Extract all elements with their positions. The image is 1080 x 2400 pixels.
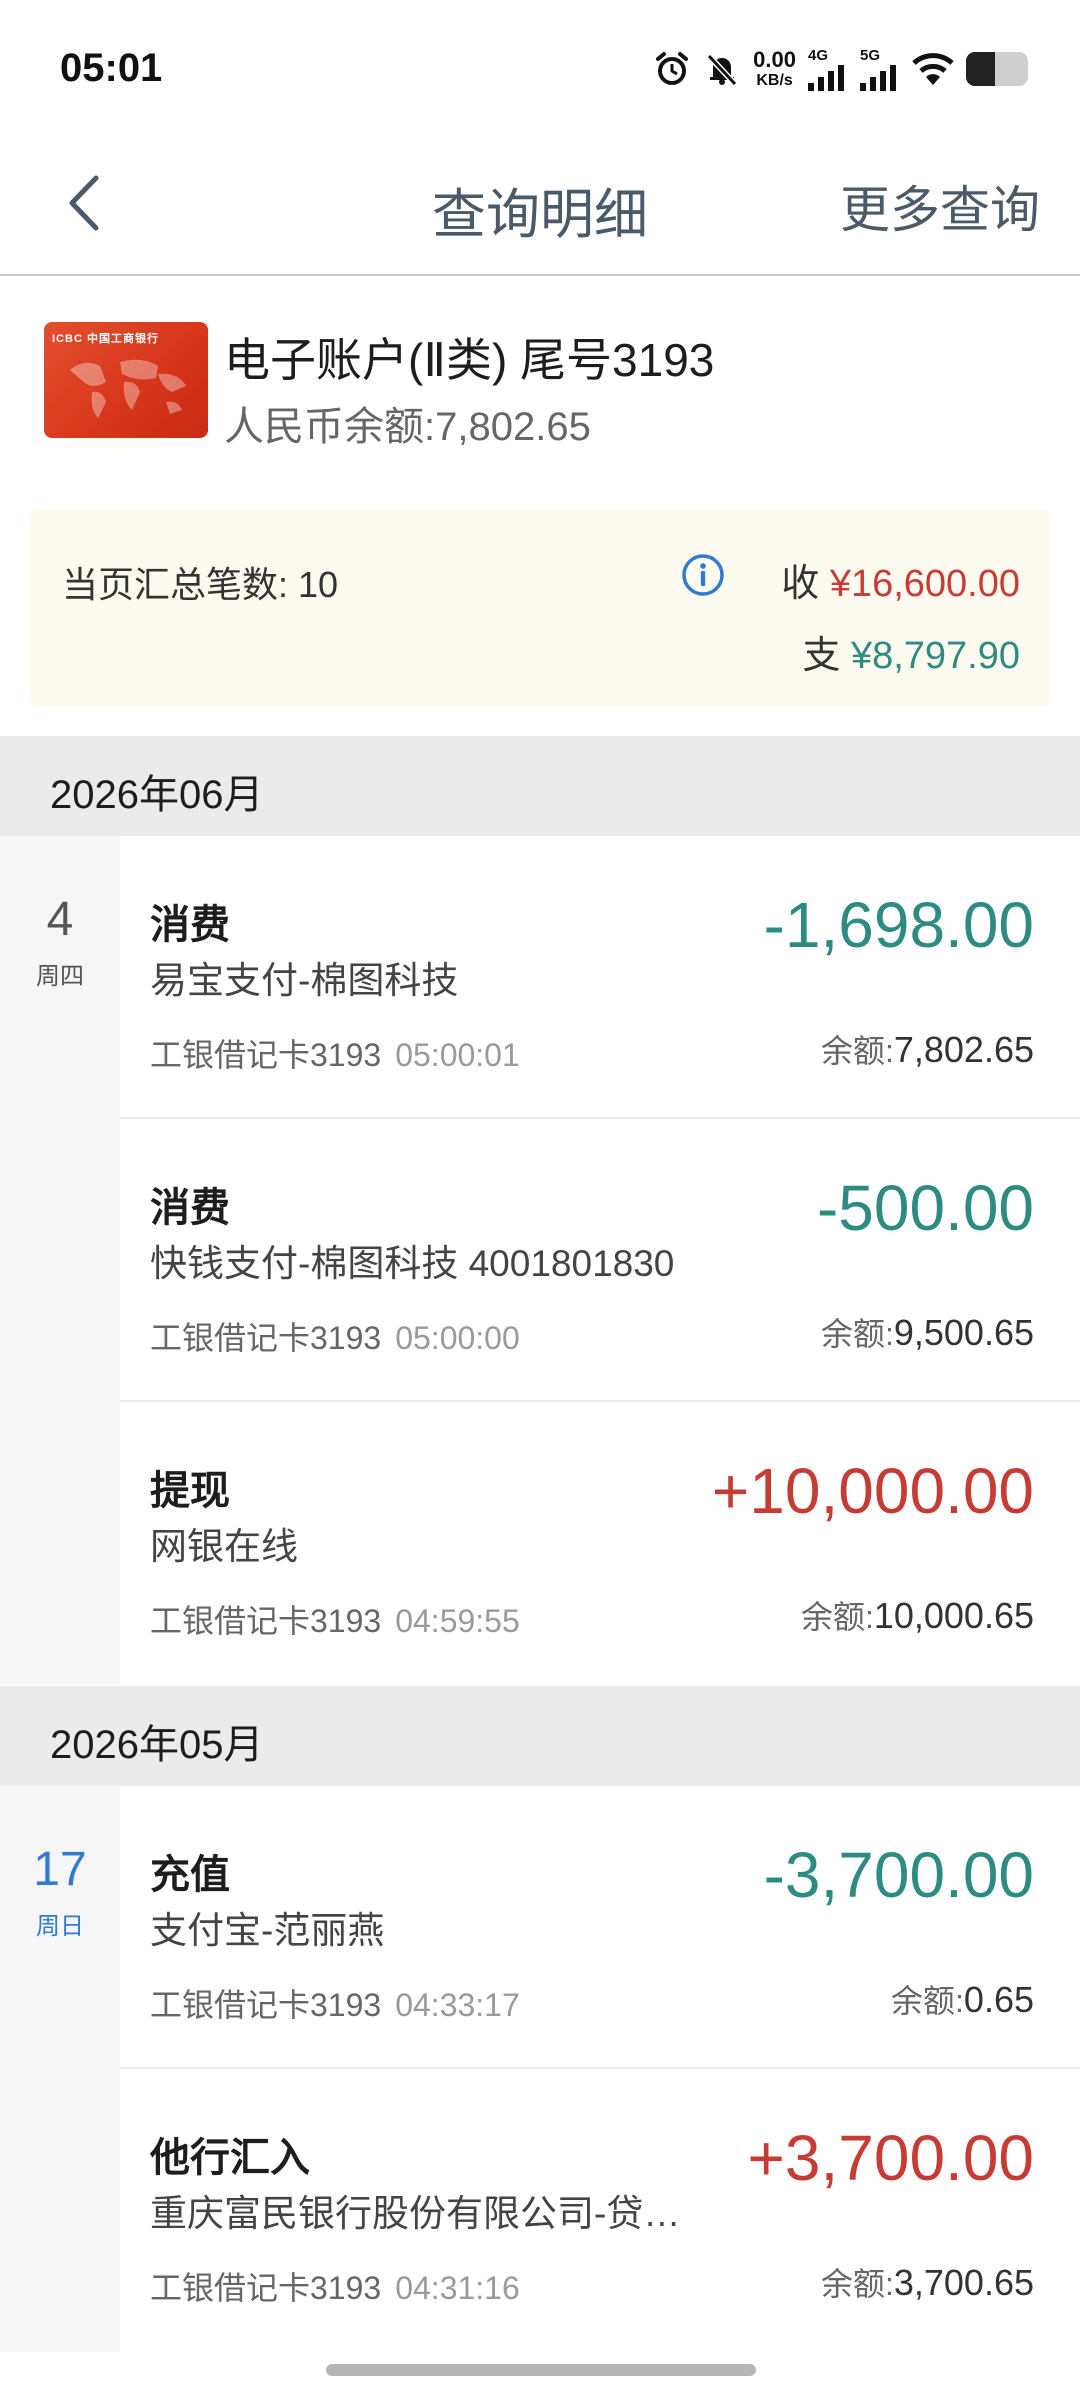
account-balance: 人民币余额:7,802.65	[224, 405, 591, 449]
account-info: ICBC 中国工商银行 电子账户(Ⅱ类) 尾号3193 人民币余额:7,802.…	[0, 278, 1080, 498]
month-label: 2026年06月	[50, 773, 264, 817]
balance-value: 3,700.65	[893, 2262, 1034, 2303]
cell-signal-icon	[860, 64, 896, 91]
info-icon[interactable]	[680, 552, 726, 598]
status-bar: 05:01 0.00 KB/s 4G 5G	[0, 0, 1080, 130]
cell-signal-icon	[808, 64, 844, 91]
transaction-card: 工银借记卡3193 05:00:01	[150, 1030, 520, 1076]
account-name: 电子账户(Ⅱ类) 尾号3193	[224, 334, 715, 386]
balance-value: 0.65	[963, 1979, 1034, 2020]
transaction-time: 05:00:01	[395, 1037, 520, 1073]
wifi-icon	[912, 53, 954, 85]
income-amount: ¥16,600.00	[829, 563, 1020, 605]
transaction-amount: +10,000.00	[711, 1455, 1034, 1527]
expense-label: 支	[802, 635, 841, 677]
balance-value: 10,000.65	[873, 1595, 1034, 1636]
transaction-type: 提现	[150, 1469, 230, 1513]
transaction-balance: 余额:0.65	[891, 1976, 1034, 2022]
transaction-row[interactable]: 充值 支付宝-范丽燕 工银借记卡3193 04:33:17 -3,700.00 余…	[120, 1786, 1080, 2069]
transaction-row[interactable]: 提现 网银在线 工银借记卡3193 04:59:55 +10,000.00 余额:…	[120, 1402, 1080, 1685]
balance-label: 余额:	[820, 2266, 894, 2302]
transaction-description: 易宝支付-棉图科技	[150, 960, 459, 1001]
home-indicator[interactable]	[326, 2364, 756, 2376]
status-time: 05:01	[60, 46, 163, 90]
transaction-description: 支付宝-范丽燕	[150, 1910, 385, 1951]
summary-count: 当页汇总笔数: 10	[62, 564, 339, 605]
transaction-time: 04:59:55	[395, 1603, 520, 1639]
alarm-icon	[656, 52, 689, 85]
transaction-description: 重庆富民银行股份有限公司-贷…	[150, 2193, 681, 2234]
card-label: 工银借记卡3193	[150, 1603, 382, 1639]
network-speed-unit: KB/s	[756, 72, 793, 89]
month-header: 2026年05月	[0, 1686, 1080, 1786]
mute-bell-icon	[706, 53, 738, 87]
battery-level	[966, 52, 995, 86]
status-icons: 0.00 KB/s 4G 5G	[653, 44, 1028, 94]
card-label: 工银借记卡3193	[150, 1037, 382, 1073]
card-label: 工银借记卡3193	[150, 1987, 382, 2023]
month-label: 2026年05月	[50, 1723, 264, 1767]
transaction-time: 05:00:00	[395, 1320, 520, 1356]
transaction-description: 网银在线	[150, 1526, 298, 1567]
transaction-type: 消费	[150, 903, 230, 947]
summary-expense: 支 ¥8,797.90	[802, 624, 1020, 679]
transaction-row[interactable]: 消费 易宝支付-棉图科技 工银借记卡3193 05:00:01 -1,698.00…	[120, 836, 1080, 1119]
page-summary: 当页汇总笔数: 10 收 ¥16,600.00 支 ¥8,797.90	[30, 510, 1050, 706]
balance-label: 余额:	[891, 1983, 964, 2019]
transaction-card: 工银借记卡3193 04:59:55	[150, 1596, 520, 1642]
transaction-type: 充值	[150, 1853, 230, 1897]
transaction-time: 04:33:17	[395, 1987, 520, 2023]
card-label: 工银借记卡3193	[150, 1320, 382, 1356]
transaction-row[interactable]: 他行汇入 重庆富民银行股份有限公司-贷… 工银借记卡3193 04:31:16 +…	[120, 2069, 1080, 2352]
bank-card-image: ICBC 中国工商银行	[44, 322, 208, 438]
income-label: 收	[781, 563, 820, 605]
card-label: 工银借记卡3193	[150, 2270, 382, 2306]
day-weekday: 周日	[36, 1913, 84, 1940]
month-header: 2026年06月	[0, 736, 1080, 836]
balance-label: 余额:	[820, 1033, 894, 1069]
transaction-card: 工银借记卡3193 04:33:17	[150, 1980, 520, 2026]
signal-4g-label: 4G	[808, 46, 829, 64]
transaction-amount: -500.00	[816, 1172, 1034, 1244]
day-number: 17	[33, 1843, 87, 1896]
transaction-amount: +3,700.00	[747, 2122, 1035, 2194]
transaction-balance: 余额:7,802.65	[821, 1026, 1034, 1072]
transaction-balance: 余额:9,500.65	[821, 1309, 1034, 1355]
signal-5g-label: 5G	[860, 46, 881, 64]
transaction-description: 快钱支付-棉图科技 4001801830	[150, 1243, 675, 1284]
transaction-balance: 余额:10,000.65	[801, 1592, 1034, 1638]
balance-value: 7,802.65	[893, 1029, 1034, 1070]
balance-label: 余额:	[800, 1599, 874, 1635]
transaction-card: 工银借记卡3193 04:31:16	[150, 2263, 520, 2309]
day-column: 17 周日	[0, 1786, 120, 2352]
summary-income: 收 ¥16,600.00	[781, 552, 1020, 607]
transaction-amount: -3,700.00	[763, 1839, 1034, 1911]
transaction-row[interactable]: 消费 快钱支付-棉图科技 4001801830 工银借记卡3193 05:00:0…	[120, 1119, 1080, 1402]
expense-amount: ¥8,797.90	[850, 635, 1020, 677]
day-weekday: 周四	[36, 963, 84, 990]
transaction-amount: -1,698.00	[763, 889, 1034, 961]
transaction-time: 04:31:16	[395, 2270, 520, 2306]
balance-label: 余额:	[820, 1316, 894, 1352]
transaction-balance: 余额:3,700.65	[821, 2259, 1034, 2305]
balance-value: 9,500.65	[893, 1312, 1034, 1353]
signal-5g: 5G	[860, 48, 900, 91]
network-speed: 0.00 KB/s	[753, 49, 796, 89]
more-query-button[interactable]: 更多查询	[840, 170, 1040, 242]
card-brand: ICBC 中国工商银行	[52, 333, 159, 345]
transaction-card: 工银借记卡3193 05:00:00	[150, 1313, 520, 1359]
nav-bar: 查询明细 更多查询	[0, 130, 1080, 276]
day-column: 4 周四	[0, 836, 120, 1685]
transaction-type: 他行汇入	[150, 2136, 310, 2180]
network-speed-value: 0.00	[753, 47, 796, 72]
world-map-icon	[70, 359, 186, 418]
day-number: 4	[46, 893, 74, 946]
signal-4g: 4G	[808, 48, 848, 91]
battery-icon	[966, 52, 1028, 86]
transaction-type: 消费	[150, 1186, 230, 1230]
